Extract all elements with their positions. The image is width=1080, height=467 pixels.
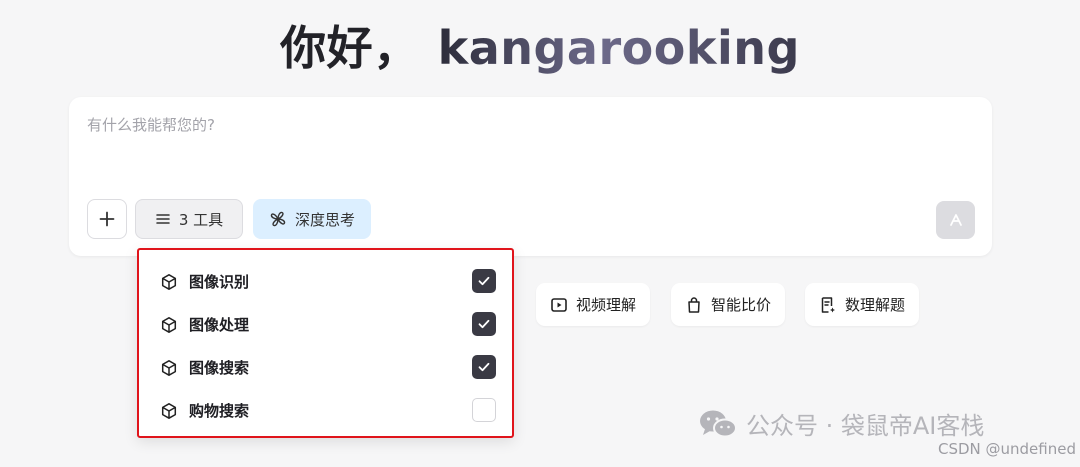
message-input[interactable]: 有什么我能帮您的? [87,114,215,135]
send-button[interactable] [936,201,975,239]
chip-label: 视频理解 [576,296,637,314]
cube-icon [161,274,177,290]
tools-dropdown: 图像识别 图像处理 图像搜索 购物搜索 [137,248,514,438]
tool-item-label: 图像识别 [189,273,250,291]
chip-label: 智能比价 [711,296,772,314]
tool-item-label: 图像搜索 [189,359,250,377]
chip-math-solve[interactable]: 数理解题 [805,283,920,326]
chat-composer[interactable]: 有什么我能帮您的? 3 工具 深度思考 [69,97,992,256]
document-sparkle-icon [821,296,835,313]
tool-item-image-recognition[interactable]: 图像识别 [139,260,512,303]
greeting-hello: 你好， [280,21,420,75]
tool-item-label: 购物搜索 [189,402,250,420]
video-icon [551,297,567,312]
source-watermark: CSDN @undefined [937,440,1076,458]
chip-price-compare[interactable]: 智能比价 [671,283,786,326]
checkmark-icon [478,362,490,372]
tools-button[interactable]: 3 工具 [135,199,243,239]
wechat-watermark: 公众号 · 袋鼠帝AI客栈 [698,406,984,441]
cube-icon [161,403,177,419]
menu-lines-icon [156,214,170,224]
tool-item-image-processing[interactable]: 图像处理 [139,303,512,346]
tool-item-label: 图像处理 [189,316,250,334]
checkbox-checked[interactable] [472,269,496,293]
checkbox-unchecked[interactable] [472,398,496,422]
deep-think-label: 深度思考 [294,210,355,229]
watermark-text: 公众号 · 袋鼠帝AI客栈 [746,412,985,440]
checkmark-icon [478,276,490,286]
checkbox-checked[interactable] [472,355,496,379]
tool-item-shopping-search[interactable]: 购物搜索 [139,389,512,432]
shopping-bag-icon [688,296,700,313]
chip-video-understanding[interactable]: 视频理解 [536,283,651,326]
deep-think-button[interactable]: 深度思考 [253,199,371,239]
cube-icon [161,317,177,333]
wechat-icon [700,410,737,437]
cube-icon [161,360,177,376]
greeting-username: kangarooking [437,21,800,75]
tool-item-image-search[interactable]: 图像搜索 [139,346,512,389]
atom-icon [270,211,286,227]
checkmark-icon [478,319,490,329]
add-attachment-button[interactable] [87,199,127,239]
plus-icon [99,211,115,227]
send-arrow-icon [949,214,962,226]
tools-button-label: 3 工具 [178,210,224,229]
greeting-title: 你好， kangarooking [0,12,1080,78]
checkbox-checked[interactable] [472,312,496,336]
chip-label: 数理解题 [845,296,906,314]
